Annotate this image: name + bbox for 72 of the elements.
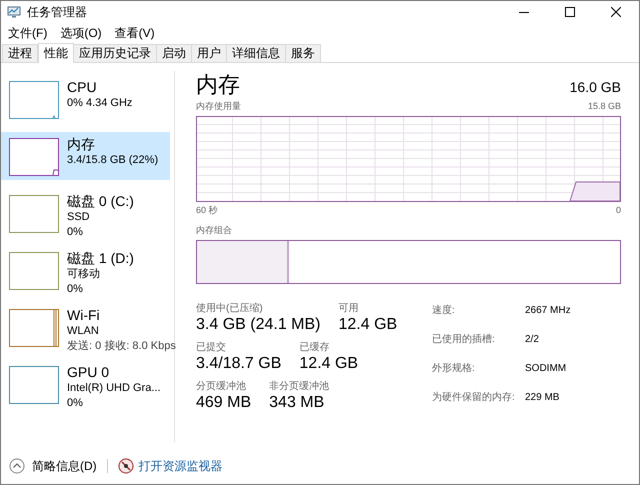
resource-monitor-link[interactable]: 打开资源监视器 [138, 457, 223, 475]
sidebar-item-title: 内存 [67, 136, 96, 153]
composition-label: 内存组合 [196, 224, 233, 237]
graph-label: 内存使用量 [196, 100, 241, 113]
stat-value: 343 MB [269, 392, 326, 412]
maximize-icon [565, 7, 575, 17]
mini-usage-graph [9, 252, 59, 290]
property-value: 229 MB [525, 390, 560, 404]
mini-usage-graph [9, 138, 59, 176]
sidebar-item[interactable]: 磁盘 0 (C:) SSD 0% [1, 189, 170, 237]
panel-title: 内存 [196, 71, 240, 99]
stat-value: 12.4 GB [338, 314, 398, 334]
tab[interactable]: 启动 [156, 44, 192, 62]
sidebar-item-detail: 0% [67, 225, 84, 240]
stat-value: 469 MB [196, 392, 252, 412]
sidebar-item-detail: 可移动 [67, 267, 101, 282]
stat-value: 12.4 GB [299, 354, 358, 374]
tab[interactable]: 进程 [2, 44, 38, 62]
sidebar-item-detail: WLAN [67, 324, 100, 339]
window-title: 任务管理器 [27, 4, 87, 21]
sidebar-item-detail: Intel(R) UHD Gra... [67, 381, 161, 396]
menu-item[interactable]: 文件(F) [5, 24, 50, 42]
stat-label: 已提交 [196, 340, 227, 354]
stat-label: 分页缓冲池 [196, 380, 247, 392]
sidebar-item-title: Wi-Fi [67, 307, 101, 324]
property-label: 外形规格: [432, 362, 476, 376]
stat-label: 已缓存 [299, 340, 330, 354]
tab[interactable]: 性能 [38, 43, 74, 63]
tab[interactable]: 详细信息 [226, 44, 286, 62]
monitor-icon [118, 458, 134, 474]
graph-max-label: 15.8 GB [588, 100, 621, 113]
tab[interactable]: 用户 [191, 44, 227, 62]
sidebar-item-title: 磁盘 1 (D:) [67, 250, 134, 267]
property-label: 已使用的插槽: [432, 332, 496, 346]
close-icon [611, 7, 621, 17]
sidebar-item[interactable]: 内存 3.4/15.8 GB (22%) [1, 132, 170, 180]
app-icon [7, 6, 21, 18]
sidebar-item[interactable]: 磁盘 1 (D:) 可移动 0% [1, 246, 170, 294]
stat-label: 非分页缓冲池 [269, 380, 330, 392]
sidebar-item-detail: 0% [67, 282, 84, 297]
sidebar-item-detail: 0% 4.34 GHz [67, 96, 132, 111]
sidebar-item-detail: 发送: 0 接收: 8.0 Kbps [67, 339, 176, 354]
property-label: 为硬件保留的内存: [432, 390, 516, 404]
sidebar-item[interactable]: CPU 0% 4.34 GHz [1, 75, 170, 123]
axis-label: 0 [616, 204, 621, 216]
tab[interactable]: 服务 [285, 44, 321, 62]
property-label: 速度: [432, 304, 456, 318]
sidebar-item-detail: SSD [67, 210, 91, 225]
summary-toggle[interactable]: 简略信息(D) [32, 457, 97, 475]
sidebar-item-title: CPU [67, 79, 98, 96]
mini-usage-graph [9, 366, 59, 404]
mini-usage-graph [9, 81, 59, 119]
stat-value: 3.4/18.7 GB [196, 354, 282, 374]
sidebar-item-detail: 0% [67, 396, 84, 411]
sidebar-item-title: 磁盘 0 (C:) [67, 193, 134, 210]
property-value: 2/2 [525, 332, 540, 346]
property-value: SODIMM [525, 362, 568, 376]
stat-label: 使用中(已压缩) [196, 302, 264, 314]
menu-item[interactable]: 查看(V) [112, 24, 158, 42]
axis-label: 60 秒 [196, 204, 218, 216]
mini-usage-graph [9, 195, 59, 233]
collapse-icon[interactable] [9, 458, 25, 474]
menu-item[interactable]: 选项(O) [57, 24, 105, 42]
total-memory: 16.0 GB [570, 78, 621, 97]
stat-value: 3.4 GB (24.1 MB) [196, 314, 320, 334]
mini-usage-graph [9, 309, 59, 347]
property-value: 2667 MHz [525, 304, 571, 318]
sidebar-item-detail: 3.4/15.8 GB (22%) [67, 153, 158, 168]
sidebar-item[interactable]: GPU 0 Intel(R) UHD Gra... 0% [1, 360, 170, 408]
tab[interactable]: 应用历史记录 [73, 44, 157, 62]
sidebar-item-title: GPU 0 [67, 364, 110, 381]
stat-label: 可用 [338, 302, 360, 314]
